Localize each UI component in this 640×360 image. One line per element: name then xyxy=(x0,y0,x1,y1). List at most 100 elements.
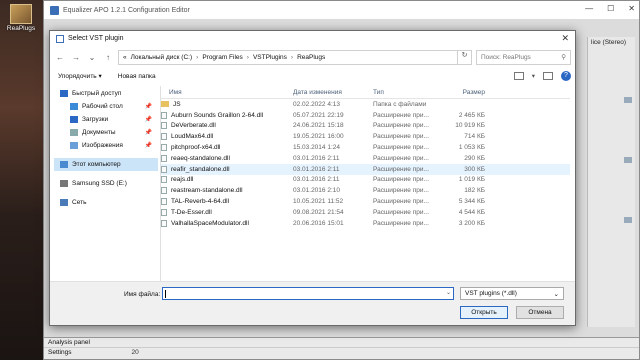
refresh-icon[interactable]: ↻ xyxy=(458,49,472,65)
file-type: Расширение при... xyxy=(373,187,429,195)
nav-item[interactable]: Рабочий стол 📌 xyxy=(54,100,158,113)
chevron-down-icon[interactable]: ⌄ xyxy=(86,53,98,62)
cancel-button[interactable]: Отмена xyxy=(516,306,564,319)
file-row[interactable]: reafir_standalone.dll 03.01.2016 2:11 Расш… xyxy=(161,163,570,175)
file-row[interactable]: reastream-standalone.dll 03.01.2016 2:10 Р… xyxy=(161,185,570,196)
file-name-cell: reastream-standalone.dll xyxy=(161,187,293,195)
maximize-icon[interactable]: ☐ xyxy=(607,4,614,13)
close-icon[interactable]: ✕ xyxy=(628,4,635,13)
organize-button[interactable]: Упорядочить ▾ xyxy=(58,72,102,80)
file-type: Расширение при... xyxy=(373,144,429,152)
breadcrumb-item[interactable]: ReaPlugs xyxy=(297,54,325,61)
file-row[interactable]: Auburn Sounds Graillon 2-64.dll 05.07.202… xyxy=(161,110,570,121)
file-name: Auburn Sounds Graillon 2-64.dll xyxy=(171,111,264,119)
breadcrumb-item[interactable]: VSTPlugins xyxy=(253,54,287,61)
file-row[interactable]: JS 02.02.2022 4:13 Папка с файлами xyxy=(161,99,570,110)
open-button[interactable]: Открыть xyxy=(460,306,508,319)
column-name[interactable]: Имя xyxy=(161,89,293,96)
close-icon[interactable]: ✕ xyxy=(561,33,569,44)
desktop-icon xyxy=(70,103,78,110)
pin-icon: 📌 xyxy=(144,117,152,123)
breadcrumb-overflow[interactable]: « xyxy=(123,54,127,61)
file-type: Расширение при... xyxy=(373,176,429,184)
pin-icon: 📌 xyxy=(144,130,152,136)
file-icon xyxy=(161,176,167,184)
file-name: reafir_standalone.dll xyxy=(171,165,230,173)
drive-icon xyxy=(60,180,68,187)
column-size[interactable]: Размер xyxy=(439,89,495,96)
documents-icon xyxy=(70,129,78,136)
breadcrumb-item[interactable]: Program Files xyxy=(202,54,242,61)
filename-input[interactable]: ⌄ xyxy=(162,287,454,300)
view-icon[interactable] xyxy=(513,72,524,80)
chevron-right-icon: › xyxy=(290,53,294,61)
file-date: 05.07.2021 22:19 xyxy=(293,111,344,119)
file-date: 10.05.2021 11:52 xyxy=(293,198,344,206)
minimize-icon[interactable]: — xyxy=(585,4,593,13)
new-folder-button[interactable]: Новая папка xyxy=(118,73,156,80)
column-date[interactable]: Дата изменения xyxy=(293,89,373,96)
file-size: 3 200 КБ xyxy=(458,219,485,227)
pin-icon: 📌 xyxy=(144,143,152,149)
nav-item[interactable]: Сеть xyxy=(54,196,158,209)
file-name-cell: reajs.dll xyxy=(161,176,293,184)
file-row[interactable]: reaeq-standalone.dll 03.01.2016 2:11 Расши… xyxy=(161,153,570,164)
folder-icon xyxy=(10,4,32,24)
search-input[interactable]: Поиск: ReaPlugs ⚲ xyxy=(476,49,571,65)
chevron-down-icon[interactable]: ▾ xyxy=(532,72,535,80)
help-icon[interactable]: ? xyxy=(561,71,571,81)
window-controls: — ☐ ✕ xyxy=(585,4,635,13)
up-icon[interactable]: ↑ xyxy=(102,53,114,62)
file-type-select[interactable]: VST plugins (*.dll) ⌄ xyxy=(460,287,564,300)
nav-item[interactable]: Samsung SSD (E:) xyxy=(54,177,158,190)
file-row[interactable]: reajs.dll 03.01.2016 2:11 Расширение при..… xyxy=(161,175,570,186)
back-icon[interactable]: ← xyxy=(54,53,66,62)
desktop-icon-reaplugs[interactable]: ReaPlugs xyxy=(3,2,39,40)
pin-icon: 📌 xyxy=(144,104,152,110)
eq-titlebar: Equalizer APO 1.2.1 Configuration Editor xyxy=(44,1,639,19)
file-row[interactable]: TAL-Reverb-4-64.dll 10.05.2021 11:52 Расши… xyxy=(161,196,570,207)
nav-item[interactable]: Быстрый доступ xyxy=(54,87,158,100)
analysis-panel-label: Analysis panel xyxy=(44,338,639,348)
preview-pane-icon[interactable] xyxy=(543,72,553,80)
forward-icon[interactable]: → xyxy=(70,53,82,62)
nav-item[interactable]: Документы 📌 xyxy=(54,126,158,139)
file-row[interactable]: DeVerberate.dll 24.06.2021 15:18 Расширени… xyxy=(161,121,570,132)
marker-icon xyxy=(624,157,632,163)
chevron-down-icon[interactable]: ⌄ xyxy=(446,289,451,296)
nav-item-label: Рабочий стол xyxy=(82,103,123,110)
breadcrumb[interactable]: «Локальный диск (C:) › Program Files › VSTPl… xyxy=(118,49,458,65)
file-name: T-De-Esser.dll xyxy=(171,208,212,216)
file-icon xyxy=(161,165,167,173)
file-icon xyxy=(161,219,167,227)
file-name-cell: pitchproof-x64.dll xyxy=(161,144,293,152)
settings-label[interactable]: Settings xyxy=(48,349,72,356)
file-size: 182 КБ xyxy=(464,187,485,195)
nav-item-label: Быстрый доступ xyxy=(72,90,122,97)
file-name: DeVerberate.dll xyxy=(171,122,216,130)
dialog-footer: Имя файла: ⌄ VST plugins (*.dll) ⌄ Откры… xyxy=(50,281,575,325)
text-caret xyxy=(165,290,166,298)
file-row[interactable]: ValhallaSpaceModulator.dll 20.06.2016 15:… xyxy=(161,218,570,229)
column-headers: Имя Дата изменения Тип Размер xyxy=(161,86,570,99)
dialog-titlebar: Select VST plugin xyxy=(50,31,575,46)
column-type[interactable]: Тип xyxy=(373,89,439,96)
file-name: LoudMax64.dll xyxy=(171,133,214,141)
nav-item-label: Samsung SSD (E:) xyxy=(72,180,127,187)
nav-item[interactable]: Изображения 📌 xyxy=(54,139,158,152)
file-size: 1 019 КБ xyxy=(458,176,485,184)
nav-item[interactable]: Загрузки 📌 xyxy=(54,113,158,126)
file-row[interactable]: LoudMax64.dll 19.05.2021 16:00 Расширение … xyxy=(161,131,570,142)
toolbar: Упорядочить ▾ Новая папка ▾ ? xyxy=(54,69,571,83)
file-name: ValhallaSpaceModulator.dll xyxy=(171,219,249,227)
file-name-cell: TAL-Reverb-4-64.dll xyxy=(161,198,293,206)
file-date: 03.01.2016 2:11 xyxy=(293,165,340,173)
breadcrumb-item[interactable]: Локальный диск (C:) xyxy=(131,54,193,61)
file-size: 4 544 КБ xyxy=(458,208,485,216)
nav-item[interactable]: Этот компьютер xyxy=(54,158,158,171)
file-date: 03.01.2016 2:11 xyxy=(293,154,340,162)
file-type: Расширение при... xyxy=(373,133,429,141)
file-row[interactable]: T-De-Esser.dll 09.08.2021 21:54 Расширение… xyxy=(161,207,570,218)
file-row[interactable]: pitchproof-x64.dll 15.03.2014 1:24 Расшире… xyxy=(161,142,570,153)
file-type: Расширение при... xyxy=(373,198,429,206)
